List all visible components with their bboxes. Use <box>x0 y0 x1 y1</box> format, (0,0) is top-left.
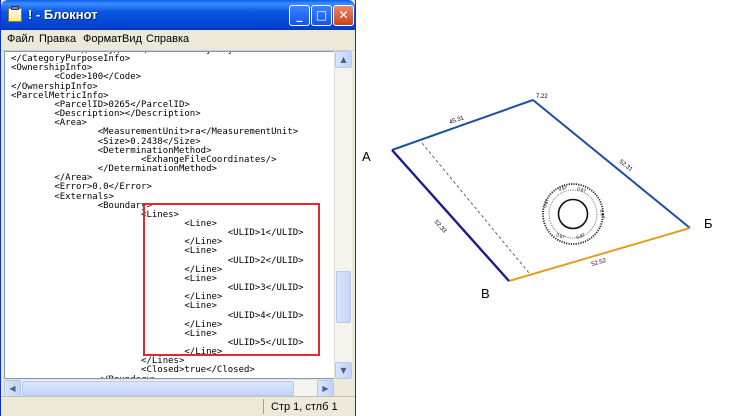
boundary-left <box>391 149 510 282</box>
label-left: 52.33 <box>433 219 448 235</box>
horizontal-scrollbar[interactable]: ◀ ▶ <box>4 379 334 397</box>
vertical-scroll-thumb[interactable] <box>336 271 351 323</box>
corner-b-label: Б <box>704 216 713 231</box>
corner-grip <box>334 379 351 396</box>
corner-a-label: А <box>362 149 371 164</box>
scroll-down-arrow-icon[interactable]: ▼ <box>335 362 352 379</box>
scroll-right-arrow-icon[interactable]: ▶ <box>317 380 334 397</box>
menu-help[interactable]: Справка <box>146 33 189 45</box>
well-label-6: 0.87 <box>576 232 586 240</box>
well-inner-circle <box>557 198 589 230</box>
corner-v-label: В <box>481 286 490 301</box>
status-bar: Стр 1, стлб 1 <box>1 396 355 416</box>
well-label-4: 0.87 <box>599 209 606 219</box>
well-label-5: 0.87 <box>556 232 566 240</box>
maximize-button[interactable]: □ <box>311 5 332 26</box>
well-label-1: 0.87 <box>558 185 568 192</box>
scroll-up-arrow-icon[interactable]: ▲ <box>335 51 352 68</box>
notepad-icon <box>8 6 22 22</box>
title-bar[interactable]: ! - Блокнот _ □ ✕ <box>1 0 355 30</box>
parcel-drawing: 45.31 7.22 52.31 52.33 52.52 А Б В 0.87 … <box>362 94 713 301</box>
label-bottom: 52.52 <box>591 258 608 268</box>
scroll-left-arrow-icon[interactable]: ◀ <box>4 380 21 397</box>
vertical-scrollbar[interactable]: ▲ ▼ <box>334 51 352 379</box>
well-label-3: 0.87 <box>542 198 550 208</box>
menu-view[interactable]: Вид <box>122 33 142 45</box>
menu-bar: Файл Правка Формат Вид Справка <box>1 30 355 51</box>
close-button[interactable]: ✕ <box>333 5 354 26</box>
menu-edit[interactable]: Правка <box>39 33 76 45</box>
menu-file[interactable]: Файл <box>7 33 34 45</box>
lines-highlight-box <box>143 203 320 356</box>
boundary-bottom <box>508 227 691 282</box>
menu-format[interactable]: Формат <box>83 33 122 45</box>
horizontal-scroll-thumb[interactable] <box>22 381 294 396</box>
window-title: ! - Блокнот <box>28 7 98 22</box>
well-symbol: 0.87 0.87 0.87 0.87 0.87 0.87 <box>542 183 606 245</box>
dashed-line <box>421 142 530 274</box>
cursor-position: Стр 1, стлб 1 <box>271 401 338 413</box>
well-label-2: 0.87 <box>577 186 587 193</box>
status-divider <box>263 399 264 414</box>
minimize-button[interactable]: _ <box>289 5 310 26</box>
label-top-right: 7.22 <box>536 94 548 100</box>
boundary-right <box>532 99 691 229</box>
boundary-top <box>391 99 534 151</box>
